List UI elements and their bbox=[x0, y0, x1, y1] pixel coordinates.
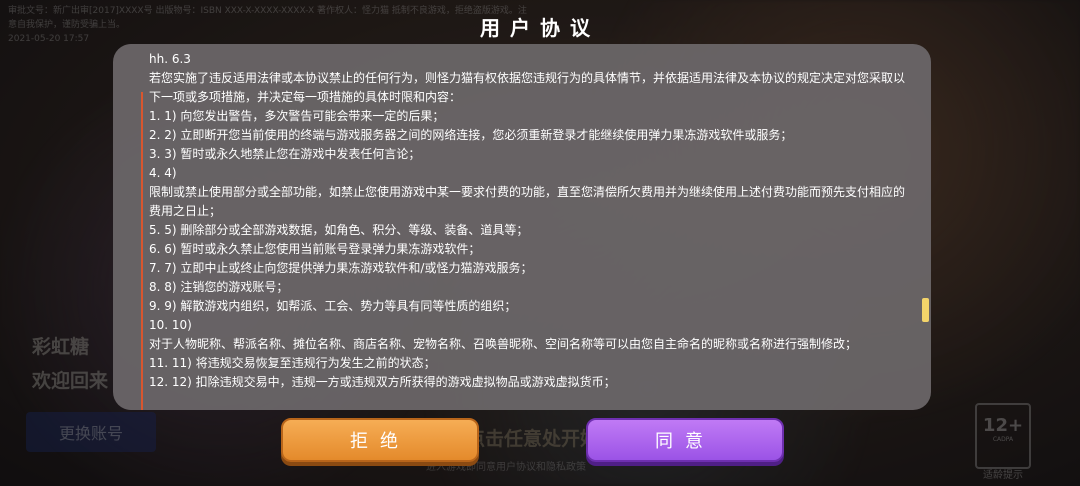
agreement-line: 11. 11) 将违规交易恢复至违规行为发生之前的状态； bbox=[149, 356, 436, 370]
agreement-panel[interactable]: hh. 6.3 若您实施了违反适用法律或本协议禁止的任何行为，则怪力猫有权依据您违… bbox=[113, 44, 931, 410]
agreement-line: 9. 9) 解散游戏内组织，如帮派、工会、势力等具有同等性质的组织； bbox=[149, 299, 517, 313]
agreement-line: 3. 3) 暂时或永久地禁止您在游戏中发表任何言论； bbox=[149, 147, 421, 161]
agreement-line: 6. 6) 暂时或永久禁止您使用当前账号登录弹力果冻游戏软件； bbox=[149, 242, 481, 256]
agreement-line: 10. 10) bbox=[149, 318, 192, 332]
agree-button[interactable]: 同意 bbox=[586, 418, 784, 462]
agreement-line: 若您实施了违反适用法律或本协议禁止的任何行为，则怪力猫有权依据您违规行为的具体情… bbox=[149, 71, 906, 104]
agreement-line: 7. 7) 立即中止或终止向您提供弹力果冻游戏软件和/或怪力猫游戏服务； bbox=[149, 261, 533, 275]
agreement-line: hh. 6.3 bbox=[149, 52, 191, 66]
agreement-line: 12. 12) 扣除违规交易中，违规一方或违规双方所获得的游戏虚拟物品或游戏虚拟… bbox=[149, 375, 616, 389]
login-screen: 审批文号：新广出审[2017]XXXX号 出版物号：ISBN XXX-X-XXX… bbox=[0, 0, 1080, 486]
dialog-title: 用户协议 bbox=[480, 16, 600, 40]
agreement-line: 1. 1) 向您发出警告，多次警告可能会带来一定的后果； bbox=[149, 109, 445, 123]
agreement-line: 4. 4) bbox=[149, 166, 177, 180]
agreement-line: 对于人物昵称、帮派名称、摊位名称、商店名称、宠物名称、召唤兽昵称、空间名称等可以… bbox=[149, 337, 858, 351]
agreement-line: 5. 5) 删除部分或全部游戏数据，如角色、积分、等级、装备、道具等； bbox=[149, 223, 529, 237]
section-marker bbox=[141, 92, 143, 410]
agreement-line: 限制或禁止使用部分或全部功能，如禁止您使用游戏中某一要求付费的功能，直至您清偿所… bbox=[149, 185, 906, 218]
reject-button[interactable]: 拒绝 bbox=[281, 418, 479, 462]
agreement-text: hh. 6.3 若您实施了违反适用法律或本协议禁止的任何行为，则怪力猫有权依据您违… bbox=[149, 50, 909, 392]
agreement-line: 8. 8) 注销您的游戏账号； bbox=[149, 280, 289, 294]
agreement-line: 2. 2) 立即断开您当前使用的终端与游戏服务器之间的网络连接，您必须重新登录才… bbox=[149, 128, 793, 142]
scrollbar-thumb[interactable] bbox=[922, 298, 929, 322]
